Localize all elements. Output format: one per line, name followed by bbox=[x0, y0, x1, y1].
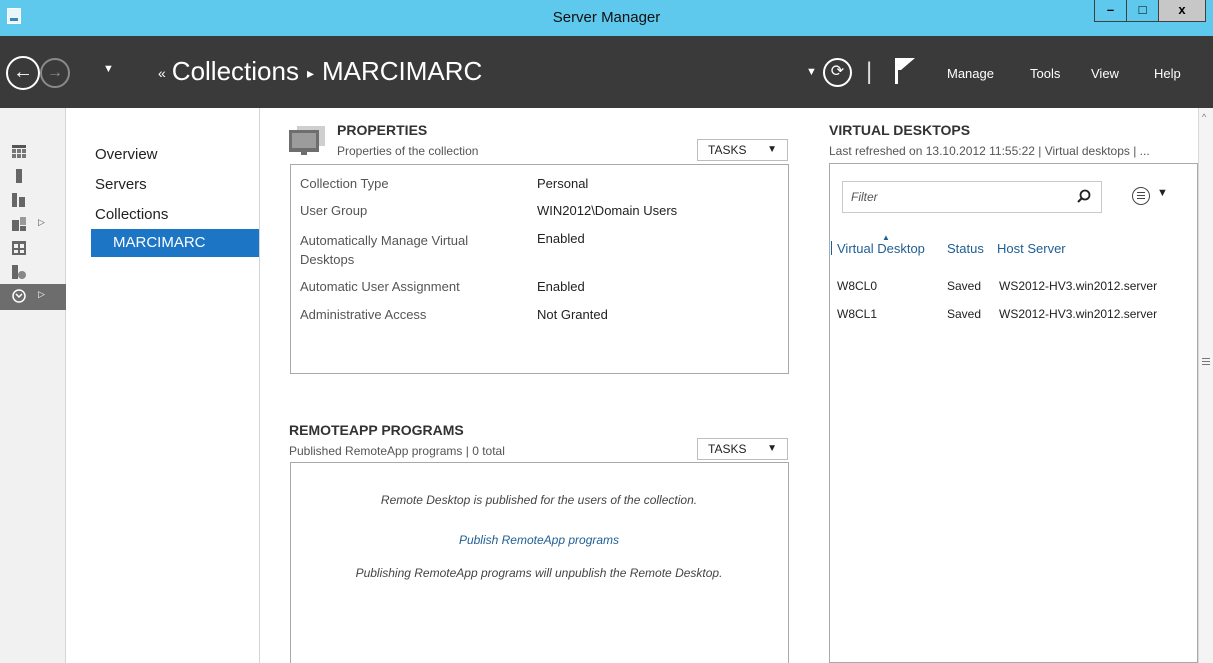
remote-desktop-services-icon bbox=[12, 289, 26, 303]
command-bar: ← → ▼ « Collections ▸ MARCIMARC ▼ ⟳ | Manag… bbox=[0, 36, 1213, 108]
prop-value: Personal bbox=[537, 176, 589, 191]
tasks-caret-icon: ▼ bbox=[767, 443, 777, 454]
window-title: Server Manager bbox=[552, 9, 661, 26]
tasks-label: TASKS bbox=[708, 143, 747, 157]
vd-host: WS2012-HV3.win2012.server bbox=[999, 279, 1158, 293]
title-bar: Server Manager – □ x bbox=[0, 0, 1213, 36]
virtual-desktops-box: Filter ▼ ▲ Virtual Desktop Status Host S… bbox=[829, 163, 1198, 663]
all-servers-icon bbox=[12, 193, 25, 207]
remoteapp-tasks-button[interactable]: TASKS ▼ bbox=[697, 438, 788, 460]
nav-collections[interactable]: Collections bbox=[95, 206, 168, 223]
divider: | bbox=[866, 58, 873, 85]
filter-input[interactable]: Filter bbox=[842, 181, 1102, 213]
prop-label: Administrative Access bbox=[300, 307, 427, 322]
icon-rail: ▷ ▷ bbox=[0, 108, 66, 663]
scroll-up-icon[interactable]: ^ bbox=[1202, 112, 1206, 122]
list-options-icon[interactable] bbox=[1132, 187, 1150, 205]
remoteapp-warning-text: Publishing RemoteApp programs will unpub… bbox=[355, 566, 723, 580]
tasks-caret-icon: ▼ bbox=[767, 144, 777, 155]
options-caret-icon[interactable]: ▼ bbox=[1157, 187, 1168, 199]
publish-remoteapp-link[interactable]: Publish RemoteApp programs bbox=[291, 533, 787, 547]
rds-navigation: Overview Servers Collections MARCIMARC bbox=[67, 108, 260, 663]
virtual-desktops-title: VIRTUAL DESKTOPS bbox=[829, 122, 971, 138]
nav-servers[interactable]: Servers bbox=[95, 176, 147, 193]
vd-status: Saved bbox=[947, 279, 982, 293]
vd-name: W8CL0 bbox=[837, 279, 878, 293]
rail-file-services[interactable]: ▷ bbox=[0, 212, 66, 238]
breadcrumb-collections[interactable]: Collections bbox=[172, 56, 299, 86]
properties-box: Collection Type Personal User Group WIN2… bbox=[290, 164, 789, 374]
remoteapp-info-text: Remote Desktop is published for the user… bbox=[380, 493, 698, 507]
remoteapp-subtitle: Published RemoteApp programs | 0 total bbox=[289, 444, 505, 458]
column-header-host-server[interactable]: Host Server bbox=[997, 241, 1066, 256]
prop-label: Automatic User Assignment bbox=[300, 279, 460, 294]
vd-status: Saved bbox=[947, 307, 982, 321]
menu-view[interactable]: View bbox=[1091, 66, 1119, 81]
breadcrumb-current: MARCIMARC bbox=[322, 56, 483, 86]
close-button[interactable]: x bbox=[1158, 0, 1206, 22]
back-button[interactable]: ← bbox=[6, 56, 40, 90]
properties-tasks-button[interactable]: TASKS ▼ bbox=[697, 139, 788, 161]
iis-icon bbox=[12, 265, 26, 279]
expand-arrow-icon[interactable]: ▷ bbox=[38, 217, 45, 228]
column-divider[interactable] bbox=[831, 241, 832, 255]
computer-icon bbox=[289, 126, 325, 155]
hyper-v-icon bbox=[12, 241, 26, 255]
prop-label: Automatically Manage Virtual Desktops bbox=[300, 233, 469, 267]
rail-all-servers[interactable] bbox=[0, 188, 66, 214]
search-icon[interactable] bbox=[1077, 189, 1091, 203]
nav-collection-marcimarc[interactable]: MARCIMARC bbox=[91, 229, 259, 257]
dashboard-icon bbox=[12, 145, 26, 158]
filter-placeholder: Filter bbox=[851, 190, 878, 204]
menu-tools[interactable]: Tools bbox=[1030, 66, 1060, 81]
prop-value: WIN2012\Domain Users bbox=[537, 203, 678, 218]
tasks-label: TASKS bbox=[708, 442, 747, 456]
rail-local-server[interactable] bbox=[0, 164, 66, 190]
prop-label: User Group bbox=[300, 203, 368, 218]
refresh-icon[interactable]: ⟳ bbox=[823, 58, 852, 87]
file-services-icon bbox=[12, 217, 26, 231]
expand-arrow-icon[interactable]: ▷ bbox=[38, 289, 45, 300]
rail-dashboard[interactable] bbox=[0, 140, 66, 166]
refresh-dropdown-icon[interactable]: ▼ bbox=[806, 66, 817, 78]
notifications-flag-icon[interactable] bbox=[893, 56, 917, 86]
scroll-grip-icon[interactable] bbox=[1202, 358, 1210, 365]
vd-host: WS2012-HV3.win2012.server bbox=[999, 307, 1158, 321]
column-header-virtual-desktop[interactable]: Virtual Desktop bbox=[837, 241, 925, 256]
properties-title: PROPERTIES bbox=[337, 122, 428, 138]
prop-value: Not Granted bbox=[537, 307, 608, 322]
prop-value: Enabled bbox=[537, 231, 585, 246]
rail-remote-desktop-services[interactable]: ▷ bbox=[0, 284, 66, 310]
vd-name: W8CL1 bbox=[837, 307, 878, 321]
prop-label: Collection Type bbox=[300, 176, 389, 191]
column-header-status[interactable]: Status bbox=[947, 241, 984, 256]
virtual-desktops-subtitle: Last refreshed on 13.10.2012 11:55:22 | … bbox=[829, 144, 1150, 158]
prop-value: Enabled bbox=[537, 279, 585, 294]
nav-overview[interactable]: Overview bbox=[95, 146, 158, 163]
properties-subtitle: Properties of the collection bbox=[337, 144, 479, 158]
breadcrumb: « Collections ▸ MARCIMARC bbox=[158, 56, 482, 87]
menu-help[interactable]: Help bbox=[1154, 66, 1181, 81]
maximize-button[interactable]: □ bbox=[1126, 0, 1158, 22]
minimize-button[interactable]: – bbox=[1094, 0, 1126, 22]
vertical-scrollbar[interactable]: ^ bbox=[1198, 108, 1213, 663]
breadcrumb-prefix[interactable]: « bbox=[158, 65, 166, 81]
rail-iis[interactable] bbox=[0, 260, 66, 286]
rail-hyper-v[interactable] bbox=[0, 236, 66, 262]
menu-manage[interactable]: Manage bbox=[947, 66, 994, 81]
remoteapp-box: Remote Desktop is published for the user… bbox=[290, 462, 789, 663]
local-server-icon bbox=[16, 169, 22, 183]
history-dropdown-icon[interactable]: ▼ bbox=[103, 63, 114, 75]
remoteapp-title: REMOTEAPP PROGRAMS bbox=[289, 422, 464, 438]
forward-button[interactable]: → bbox=[40, 58, 70, 88]
breadcrumb-separator: ▸ bbox=[306, 64, 314, 81]
